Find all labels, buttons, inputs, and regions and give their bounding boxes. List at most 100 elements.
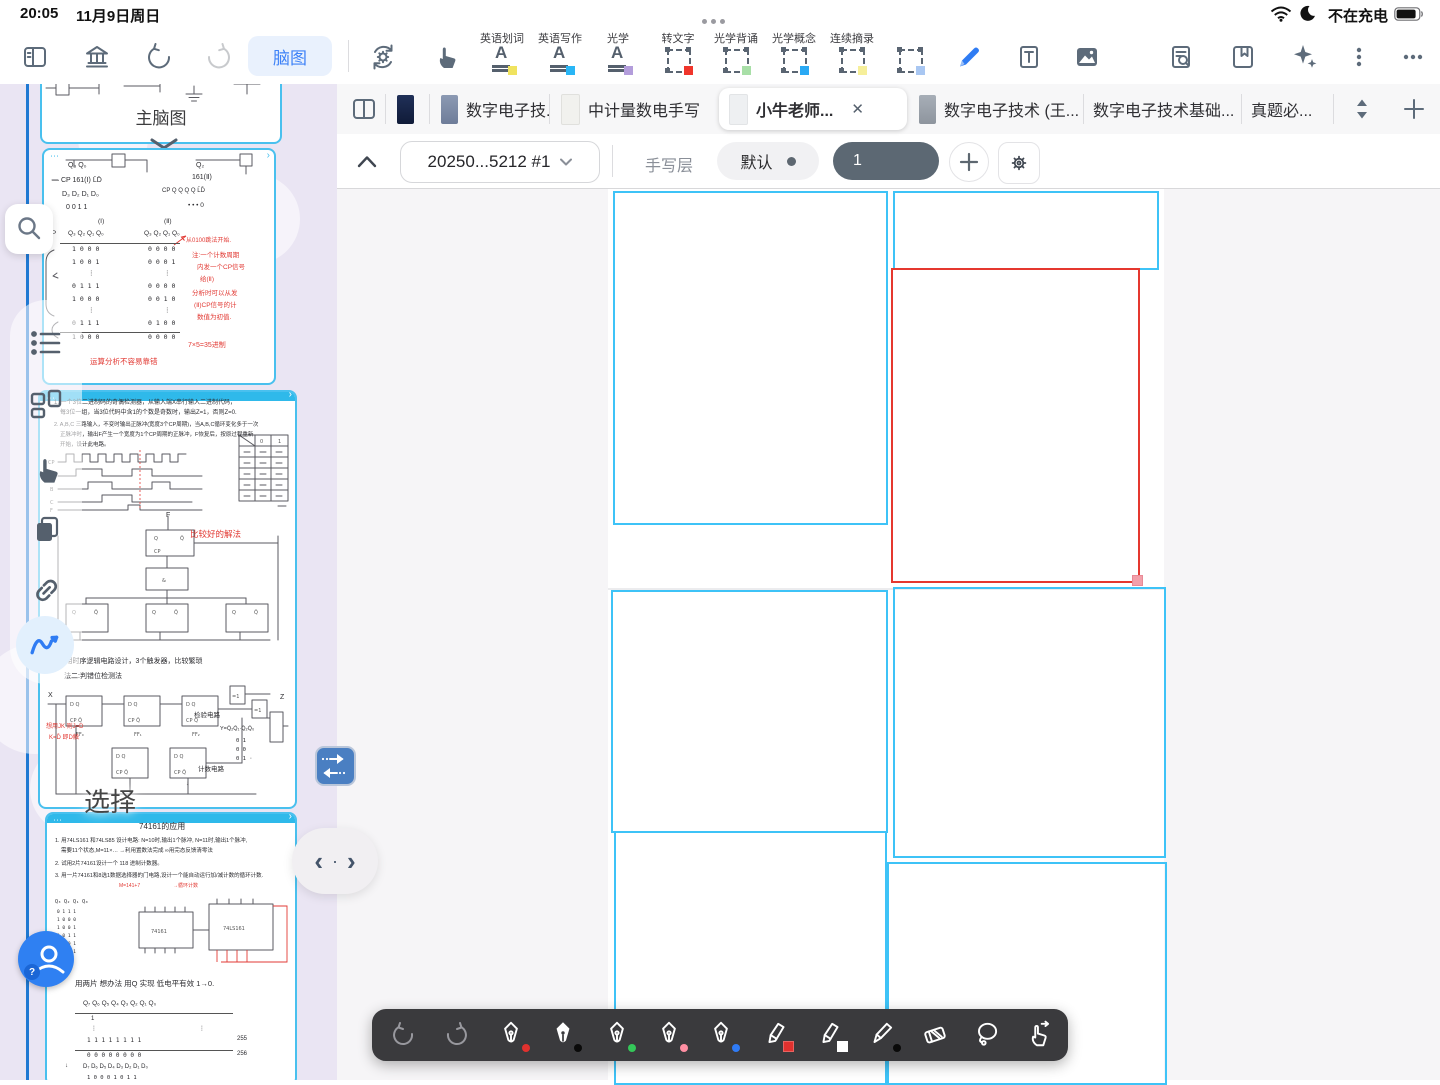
sidebar-toggle-button[interactable] xyxy=(20,42,50,72)
english-highlight-tool[interactable]: A xyxy=(488,46,518,76)
pointer-hand-icon[interactable] xyxy=(432,42,462,72)
page-navigation-pill[interactable]: ‹ · › xyxy=(292,828,378,894)
library-icon[interactable] xyxy=(82,42,112,72)
more-menu-button[interactable] xyxy=(1398,42,1428,72)
svg-text:Q: Q xyxy=(152,610,156,616)
pages-grid-button[interactable] xyxy=(29,388,63,422)
layer-dot-icon xyxy=(787,157,796,166)
handwriting-text: 2. A,B,C 三路输入，不变时输出正脉冲(宽度3个CP周期)，当A,B,C循… xyxy=(54,422,258,428)
page-number-field[interactable]: 1 xyxy=(833,142,939,180)
excerpt-rect[interactable] xyxy=(893,191,1159,270)
fountain-pen-black-active[interactable] xyxy=(548,1019,580,1051)
handwriting-text: Q₇ Q₆ Q₅ Q₄ Q₃ Q₂ Q₁ Q₀ xyxy=(83,1000,156,1007)
help-avatar-button[interactable]: ? xyxy=(18,931,74,987)
pen-color-dot xyxy=(574,1044,582,1052)
svg-text:74LS161: 74LS161 xyxy=(223,926,245,932)
handwriting-text: 0 0 xyxy=(236,747,246,753)
continuous-excerpt-tool[interactable] xyxy=(838,46,868,76)
fountain-pen-green[interactable] xyxy=(602,1019,634,1051)
ai-sparkle-button[interactable] xyxy=(1290,42,1320,72)
fountain-pen-pink[interactable] xyxy=(654,1019,686,1051)
to-text-tool[interactable] xyxy=(664,46,694,76)
undo-button[interactable] xyxy=(144,42,174,72)
handwriting-text: Y=Q̄₂Q̄₁·Q̄₂Q̄₀ xyxy=(220,726,254,732)
layer-selector[interactable]: 默认 xyxy=(717,142,819,180)
outline-list-button[interactable] xyxy=(29,326,63,360)
handwriting-text: 1 0 0 0 xyxy=(57,918,76,923)
tab-close-icon[interactable]: ✕ xyxy=(851,100,864,118)
pencil-tool-black[interactable] xyxy=(867,1019,899,1051)
handwriting-text: ↓ xyxy=(65,1063,68,1070)
mindmap-button[interactable]: 脑图 xyxy=(248,36,332,76)
scribble-select-button[interactable] xyxy=(16,616,74,674)
tab-document-3[interactable]: 中计量数电手写 xyxy=(551,84,717,134)
add-page-button[interactable] xyxy=(949,142,989,182)
document-selector-dropdown[interactable]: 20250...5212 #1 xyxy=(400,141,600,183)
nav-prev-icon[interactable]: ‹ xyxy=(314,846,323,877)
fountain-pen-blue[interactable] xyxy=(706,1019,738,1051)
fountain-pen-red[interactable] xyxy=(496,1019,528,1051)
handwriting-text: ⋮ xyxy=(91,1026,97,1033)
pen-redo-button[interactable] xyxy=(442,1019,474,1051)
highlighter-white[interactable] xyxy=(814,1019,846,1051)
tab-document-7[interactable]: 真题必... xyxy=(1241,84,1327,134)
tab-document-5[interactable]: 数字电子技术 (王... xyxy=(909,84,1083,134)
pen-undo-button[interactable] xyxy=(388,1019,420,1051)
bookmark-button[interactable] xyxy=(1228,42,1258,72)
new-tab-button[interactable] xyxy=(1399,94,1429,124)
copy-pages-button[interactable] xyxy=(32,514,66,548)
image-tool[interactable] xyxy=(1072,42,1102,72)
excerpt-rect-red-selected[interactable] xyxy=(891,268,1140,583)
redo-button[interactable] xyxy=(204,42,234,72)
mindmap-canvas[interactable] xyxy=(337,188,1440,1080)
svg-text:&: & xyxy=(162,578,166,584)
handwriting-text: 每3位一组，当3位代码中含1的个数是奇数时，输出Z=1，否则Z=0. xyxy=(60,410,237,417)
svg-text:=1: =1 xyxy=(254,708,261,714)
split-view-icon[interactable] xyxy=(349,94,379,124)
tab-document-active[interactable]: 小牛老师... ✕ xyxy=(719,88,907,130)
mindmap-root-card[interactable]: 主脑图 xyxy=(40,84,282,144)
english-writing-tool[interactable]: A xyxy=(546,46,576,76)
link-button[interactable] xyxy=(29,574,63,608)
ocr-concept-tool[interactable] xyxy=(780,46,810,76)
excerpt-rect[interactable] xyxy=(893,587,1166,858)
pagebar-divider xyxy=(612,145,613,177)
hand-gesture-button[interactable] xyxy=(32,454,66,488)
note-thumbnail-card[interactable]: ⋯ › 7416174LS161 74161的应用1. 用74LS161 和74… xyxy=(45,812,297,1080)
tool-color-chip xyxy=(566,66,575,75)
excerpt-rect[interactable] xyxy=(613,191,888,525)
handwriting-text: 1 0 0 0 xyxy=(72,296,99,303)
tab-document-6[interactable]: 数字电子技术基础... xyxy=(1083,84,1241,134)
text-tool[interactable] xyxy=(1014,42,1044,72)
card-dots-icon: ⋯ xyxy=(53,815,63,826)
tab-document-2[interactable]: 数字电子技... xyxy=(431,84,549,134)
nav-next-icon[interactable]: › xyxy=(347,846,356,877)
pencil-tool-active[interactable] xyxy=(954,42,984,72)
tab-sort-button[interactable] xyxy=(1347,94,1377,124)
resize-handle[interactable] xyxy=(1132,575,1143,586)
circuit-sketch xyxy=(44,84,274,104)
card-arrow-icon[interactable]: › xyxy=(289,812,292,822)
handwriting-text: K=D̄ 即D触 xyxy=(49,735,79,742)
document-search-button[interactable] xyxy=(1166,42,1196,72)
card-arrow-icon[interactable]: › xyxy=(289,390,292,400)
kebab-menu-button[interactable] xyxy=(1344,42,1374,72)
lasso-select-tool[interactable] xyxy=(972,1019,1004,1051)
ocr-tool[interactable]: A xyxy=(604,46,634,76)
handwriting-text xyxy=(75,1013,233,1014)
excerpt-rect[interactable] xyxy=(611,590,888,833)
handwriting-text: 0 0 0 0 0 0 0 0 xyxy=(87,1053,141,1060)
handwriting-text: M=141+7 xyxy=(119,884,140,890)
selection-rect-tool[interactable] xyxy=(896,46,926,76)
search-button[interactable] xyxy=(5,204,53,254)
collapse-toolbar-button[interactable] xyxy=(352,147,382,177)
tab-document-1[interactable] xyxy=(387,84,429,134)
swap-panels-button[interactable] xyxy=(315,746,356,786)
eraser-tool[interactable] xyxy=(920,1019,952,1051)
ocr-recite-tool[interactable] xyxy=(722,46,752,76)
page-settings-gear-button[interactable] xyxy=(998,142,1040,184)
highlighter-red[interactable] xyxy=(760,1019,792,1051)
sync-settings-icon[interactable] xyxy=(368,42,398,72)
touch-gesture-tool[interactable] xyxy=(1024,1019,1056,1051)
svg-text:=1: =1 xyxy=(232,694,239,700)
